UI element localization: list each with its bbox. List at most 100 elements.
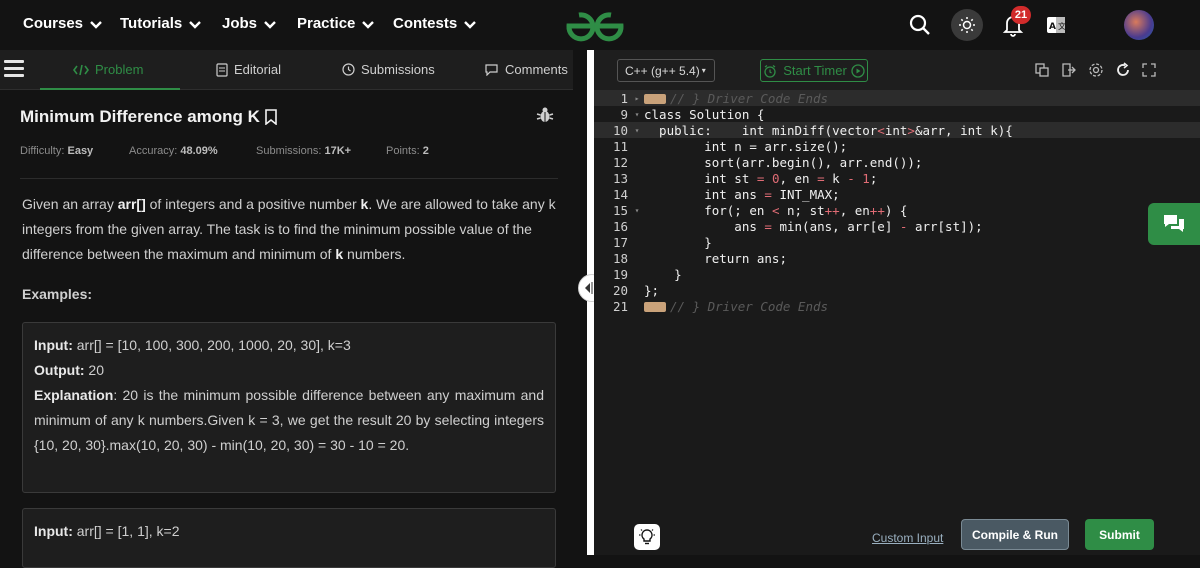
tab-problem[interactable]: Problem [73, 62, 143, 77]
nav-jobs[interactable]: Jobs [222, 15, 277, 32]
code-line: 17 } [594, 234, 1200, 250]
chat-button[interactable] [1148, 203, 1200, 245]
tab-submissions[interactable]: Submissions [342, 62, 435, 77]
accuracy-meta: Accuracy: 48.09% [129, 145, 218, 157]
problem-description: Given an array arr[] of integers and a p… [22, 196, 556, 262]
problem-tabbar: Problem Editorial Submissions Comments [0, 50, 573, 90]
code-line: 12 sort(arr.begin(), arr.end()); [594, 154, 1200, 170]
folded-code-marker[interactable] [644, 302, 666, 312]
tab-editorial-label: Editorial [234, 62, 281, 77]
code-text: // } Driver Code Ends [644, 91, 828, 106]
settings-icon[interactable] [1088, 62, 1104, 78]
input-value: arr[] = [1, 1], k=2 [76, 523, 180, 539]
tab-editorial[interactable]: Editorial [216, 62, 281, 77]
difficulty-label: Difficulty: [20, 145, 65, 157]
fold-arrow-icon[interactable]: ▾ [630, 110, 644, 119]
start-timer-button[interactable]: Start Timer [760, 59, 868, 82]
problem-title-text: Minimum Difference among K [20, 107, 260, 126]
input-label: Input: [34, 337, 73, 353]
bug-report-icon[interactable] [536, 106, 554, 124]
difficulty-meta: Difficulty: Easy [20, 145, 93, 157]
accuracy-value: 48.09% [180, 145, 218, 157]
code-line: 11 int n = arr.size(); [594, 138, 1200, 154]
start-timer-label: Start Timer [783, 63, 847, 78]
nav-tutorials-label: Tutorials [120, 15, 183, 32]
dropdown-caret-icon: ▾ [701, 66, 706, 75]
export-icon[interactable] [1060, 62, 1076, 78]
theme-toggle-button[interactable] [951, 9, 983, 41]
nav-tutorials[interactable]: Tutorials [120, 15, 202, 32]
line-number: 14 [612, 186, 628, 202]
reset-icon[interactable] [1115, 62, 1131, 78]
code-text: int ans = INT_MAX; [644, 186, 840, 202]
code-line: 16 ans = min(ans, arr[e] - arr[st]); [594, 218, 1200, 234]
explanation-label: Explanation [34, 387, 114, 403]
compile-run-button[interactable]: Compile & Run [961, 519, 1069, 550]
hint-button[interactable] [634, 524, 660, 550]
code-comment: // } Driver Code Ends [670, 90, 829, 106]
code-line: 21 // } Driver Code Ends [594, 298, 1200, 314]
code-editor[interactable]: 1 ▸ // } Driver Code Ends 9 ▾ class Solu… [594, 90, 1200, 510]
fold-arrow-icon[interactable]: ▸ [630, 94, 644, 103]
line-number: 20 [612, 282, 628, 298]
example-1-output: Output: 20 [34, 358, 544, 383]
code-line: 14 int ans = INT_MAX; [594, 186, 1200, 202]
nav-courses[interactable]: Courses [23, 15, 103, 32]
code-text: sort(arr.begin(), arr.end()); [644, 154, 923, 170]
output-value: 20 [88, 362, 104, 378]
bookmark-icon[interactable] [264, 109, 278, 125]
fold-arrow-icon[interactable]: ▾ [630, 206, 644, 215]
points-meta: Points: 2 [386, 145, 429, 157]
editor-bottom-bar: Custom Input Compile & Run Submit [594, 505, 1200, 555]
code-line: 13 int st = 0, en = k - 1; [594, 170, 1200, 186]
input-value: arr[] = [10, 100, 300, 200, 1000, 20, 30… [76, 337, 351, 353]
code-text: int st = 0, en = k - 1; [644, 170, 878, 186]
chevron-down-icon [464, 20, 477, 29]
code-text: } [644, 266, 682, 282]
top-nav: Courses Tutorials Jobs Practice Contests [0, 0, 1200, 50]
tab-problem-label: Problem [95, 62, 144, 77]
panel-splitter[interactable] [587, 50, 594, 555]
tab-comments[interactable]: Comments [484, 62, 568, 77]
fullscreen-icon[interactable] [1141, 62, 1157, 78]
difficulty-value: Easy [67, 145, 94, 157]
search-icon[interactable] [907, 12, 933, 38]
copy-icon[interactable] [1034, 62, 1050, 78]
nav-contests-label: Contests [393, 15, 458, 32]
line-number: 13 [612, 170, 628, 186]
gfg-logo-icon[interactable] [563, 8, 627, 44]
example-1: Input: arr[] = [10, 100, 300, 200, 1000,… [22, 322, 556, 493]
lightbulb-icon [639, 529, 655, 545]
code-icon [73, 64, 89, 75]
line-number: 1 [620, 90, 628, 106]
examples-heading: Examples: [22, 286, 93, 302]
code-comment: // } Driver Code Ends [670, 298, 829, 314]
code-text: return ans; [644, 250, 787, 266]
code-text: } [644, 234, 712, 250]
submit-button[interactable]: Submit [1085, 519, 1154, 550]
code-text: class Solution { [644, 106, 765, 122]
code-line: 10 ▾ public: int minDiff(vector<int>&arr… [594, 122, 1200, 138]
language-select[interactable]: C++ (g++ 5.4) ▾ [617, 59, 715, 82]
fold-arrow-icon[interactable]: ▾ [630, 126, 644, 135]
chevron-down-icon [362, 20, 375, 29]
code-line: 18 return ans; [594, 250, 1200, 266]
menu-icon[interactable] [4, 60, 24, 78]
play-circle-icon [851, 63, 865, 78]
nav-contests[interactable]: Contests [393, 15, 477, 32]
divider [20, 178, 558, 179]
avatar[interactable] [1124, 10, 1154, 40]
nav-jobs-label: Jobs [222, 15, 258, 32]
line-number: 19 [612, 266, 628, 282]
chevron-down-icon [264, 20, 276, 29]
submissions-value: 17K+ [324, 145, 352, 157]
problem-panel: Problem Editorial Submissions Comments M… [0, 50, 573, 568]
tab-comments-label: Comments [505, 62, 568, 77]
custom-input-link[interactable]: Custom Input [872, 531, 943, 545]
folded-code-marker[interactable] [644, 94, 666, 104]
translate-icon[interactable]: A 文 [1043, 12, 1069, 38]
comment-icon [485, 64, 498, 76]
nav-practice[interactable]: Practice [297, 15, 375, 32]
example-2-input: Input: arr[] = [1, 1], k=2 [34, 519, 544, 544]
line-number: 17 [612, 234, 628, 250]
